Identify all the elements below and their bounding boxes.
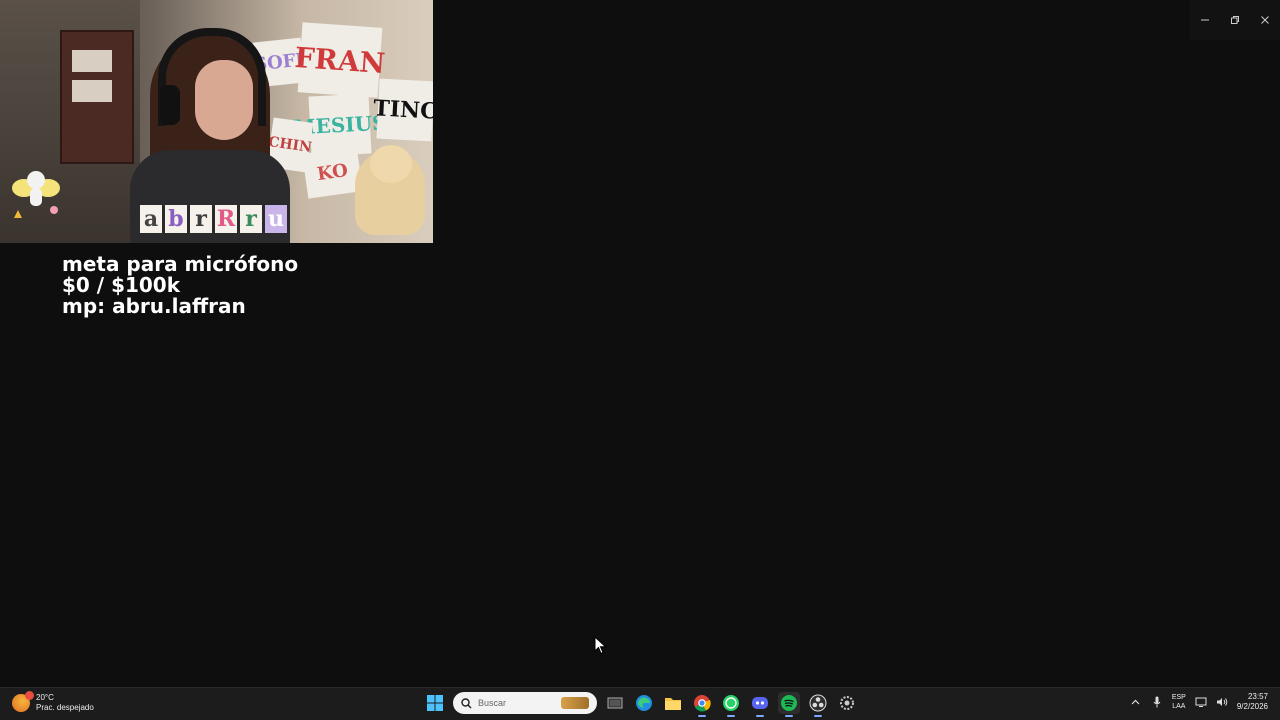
name-letter: r [190, 205, 212, 233]
language-code: ESP [1171, 694, 1186, 701]
show-hidden-icons-button[interactable] [1130, 696, 1142, 708]
minimize-icon [1201, 19, 1209, 21]
start-button[interactable] [424, 692, 446, 714]
wall-poster: KO [302, 146, 363, 199]
volume-button[interactable] [1216, 696, 1228, 708]
goal-title: meta para micrófono [62, 252, 299, 276]
spotify-button[interactable] [778, 692, 800, 717]
window-controls [1190, 0, 1280, 40]
settings-button[interactable] [836, 692, 858, 714]
chrome-button[interactable] [691, 692, 713, 717]
language-indicator[interactable]: ESP LAA [1172, 693, 1186, 711]
name-letter: a [140, 205, 162, 233]
system-tray: ESP LAA 23:57 9/2/2026 [1130, 692, 1268, 712]
close-button[interactable] [1250, 0, 1280, 40]
task-view-button[interactable] [604, 692, 626, 714]
discord-icon [752, 697, 768, 709]
obs-icon [809, 694, 827, 712]
clock[interactable]: 23:57 9/2/2026 [1237, 692, 1268, 712]
search-highlight-image [561, 697, 589, 709]
microphone-icon [1153, 696, 1161, 708]
weather-temperature: 20°C [36, 693, 54, 702]
edge-icon [636, 695, 652, 711]
fairy-cat-sticker [12, 171, 60, 218]
headset-earcup [160, 85, 180, 125]
wall-poster: MESIUS [293, 93, 387, 157]
taskbar: 20°C Prac. despejado Buscar ESP LAA 23:5… [0, 687, 1280, 720]
weather-widget[interactable]: 20°C Prac. despejado [12, 691, 94, 713]
restore-icon [1231, 16, 1239, 24]
search-box[interactable]: Buscar [453, 692, 597, 714]
clock-date: 9/2/2026 [1236, 702, 1268, 711]
start-icon [427, 695, 443, 711]
file-explorer-icon [665, 698, 681, 710]
wall-poster: TINC [373, 78, 433, 142]
task-view-icon [607, 697, 623, 709]
taskbar-apps: Buscar [424, 692, 858, 717]
restore-button[interactable] [1220, 0, 1250, 40]
weather-text: 20°C Prac. despejado [36, 693, 94, 713]
network-button[interactable] [1195, 696, 1207, 708]
name-letter: b [165, 205, 187, 233]
spotify-icon [781, 695, 797, 711]
name-letter: R [215, 205, 237, 233]
weather-condition: Prac. despejado [36, 703, 94, 712]
search-placeholder: Buscar [478, 698, 507, 708]
name-letter: r [240, 205, 262, 233]
microphone-button[interactable] [1151, 696, 1163, 708]
file-explorer-button[interactable] [662, 692, 684, 714]
chrome-icon [694, 695, 711, 712]
edge-button[interactable] [633, 692, 655, 714]
teddy-bear-head [370, 145, 412, 183]
clock-time: 23:57 [1247, 692, 1268, 701]
stream-name-sticker: a b r R r u [140, 205, 287, 233]
notification-badge [25, 691, 34, 700]
settings-icon [840, 696, 854, 710]
bookshelf [60, 30, 134, 164]
discord-button[interactable] [749, 692, 771, 717]
keyboard-layout: LAA [1172, 703, 1186, 710]
chevron-up-icon [1131, 699, 1140, 705]
minimize-button[interactable] [1190, 0, 1220, 40]
shelf-paper [72, 50, 112, 72]
shelf-paper [72, 80, 112, 102]
close-icon [1261, 16, 1269, 24]
mouse-cursor-icon [594, 636, 607, 655]
obs-button[interactable] [807, 692, 829, 717]
network-icon [1195, 697, 1207, 707]
goal-progress: $0 / $100k [62, 273, 181, 297]
donation-goal: meta para micrófono $0 / $100k mp: abru.… [62, 254, 298, 317]
whatsapp-icon [723, 695, 739, 711]
volume-icon [1216, 698, 1228, 706]
goal-payment-handle: mp: abru.laffran [62, 294, 246, 318]
name-letter: u [265, 205, 287, 233]
whatsapp-button[interactable] [720, 692, 742, 717]
webcam-feed: SOFI FRAN MESIUS TINC CHIN KO a b r R r … [0, 0, 433, 243]
weather-icon [12, 691, 34, 712]
wall-poster: FRAN [294, 22, 386, 98]
search-icon [461, 697, 472, 708]
